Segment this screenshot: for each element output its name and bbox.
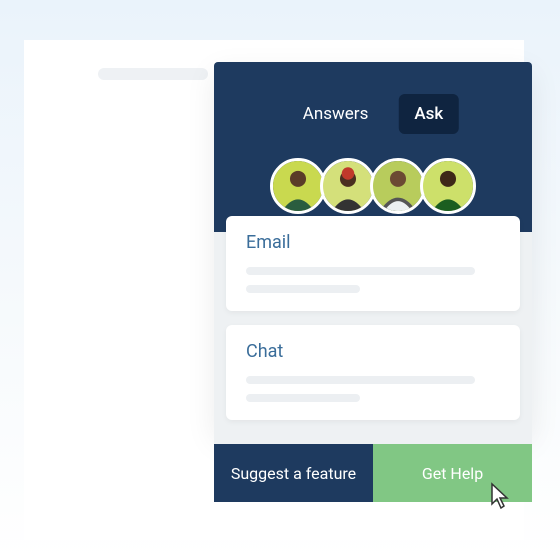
avatar — [270, 158, 326, 214]
option-email[interactable]: Email — [226, 216, 520, 311]
text-placeholder — [246, 394, 360, 402]
option-chat-title: Chat — [246, 341, 500, 362]
avatar — [320, 158, 376, 214]
widget-header: Answers Ask — [214, 62, 532, 232]
suggest-feature-button[interactable]: Suggest a feature — [214, 444, 373, 502]
background-placeholder — [98, 68, 208, 80]
tab-answers[interactable]: Answers — [287, 94, 385, 134]
text-placeholder — [246, 267, 475, 275]
text-placeholder — [246, 376, 475, 384]
widget-body: Email Chat — [214, 232, 532, 444]
avatar — [420, 158, 476, 214]
option-chat[interactable]: Chat — [226, 325, 520, 420]
footer-buttons: Suggest a feature Get Help — [214, 444, 532, 502]
option-email-title: Email — [246, 232, 500, 253]
text-placeholder — [246, 285, 360, 293]
tab-ask[interactable]: Ask — [398, 94, 459, 134]
widget-tabs: Answers Ask — [287, 94, 459, 134]
avatar — [370, 158, 426, 214]
avatar-row — [270, 158, 476, 214]
get-help-button[interactable]: Get Help — [373, 444, 532, 502]
help-widget: Answers Ask Email Chat — [214, 62, 532, 432]
